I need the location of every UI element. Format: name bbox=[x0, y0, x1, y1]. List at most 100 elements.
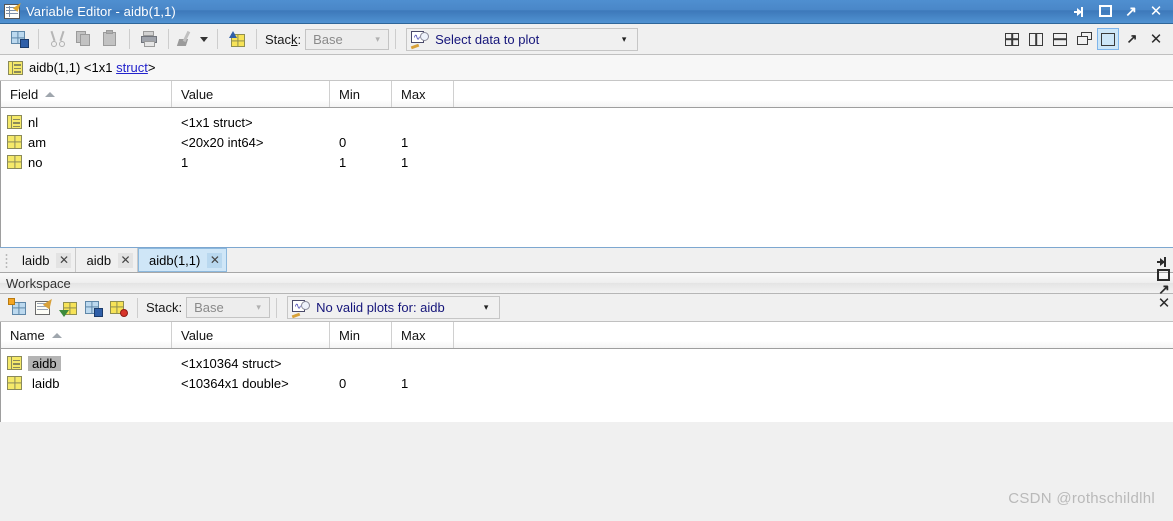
save-variable-button[interactable] bbox=[7, 27, 31, 51]
path-suffix: > bbox=[147, 60, 156, 75]
import-data-button[interactable] bbox=[57, 296, 80, 319]
tab-aidb[interactable]: aidb ✕ bbox=[76, 248, 139, 272]
row-name: am bbox=[28, 134, 47, 150]
open-variable-button[interactable] bbox=[32, 296, 56, 319]
tab-aidb-1-1[interactable]: aidb(1,1) ✕ bbox=[138, 248, 228, 272]
tabstrip-filler bbox=[227, 248, 1173, 272]
row-value-cell: 1 bbox=[181, 154, 189, 170]
format-brush-button[interactable] bbox=[176, 27, 196, 51]
tab-close-icon[interactable]: ✕ bbox=[56, 252, 72, 268]
row-name-cell: am bbox=[1, 135, 172, 150]
tile-grid-button[interactable] bbox=[1001, 28, 1023, 50]
sort-ascending-icon bbox=[51, 332, 62, 338]
column-header-max[interactable]: Max bbox=[392, 322, 454, 348]
fields-table: Field Value Min Max nl <1x1 struct> am <… bbox=[0, 81, 1173, 247]
close-button[interactable]: ✕ bbox=[1149, 3, 1163, 19]
maximize-button[interactable] bbox=[1099, 4, 1113, 19]
watermark: CSDN @rothschildlhl bbox=[1008, 490, 1155, 507]
minimize-button[interactable] bbox=[1074, 5, 1088, 19]
copy-button[interactable] bbox=[72, 27, 96, 51]
tab-laidb[interactable]: laidb ✕ bbox=[12, 248, 77, 272]
column-header-value[interactable]: Value bbox=[172, 322, 330, 348]
tab-label: aidb bbox=[86, 252, 112, 268]
table-row[interactable]: aidb <1x10364 struct> bbox=[1, 353, 1173, 373]
row-min-cell: 0 bbox=[339, 134, 347, 150]
column-header-filler bbox=[454, 81, 1173, 107]
row-value-cell: <1x1 struct> bbox=[181, 114, 253, 130]
tab-drag-handle[interactable] bbox=[0, 248, 12, 272]
new-variable-button[interactable] bbox=[7, 296, 30, 319]
column-label: Max bbox=[401, 327, 426, 343]
workspace-table-header: Name Value Min Max bbox=[1, 322, 1173, 349]
column-header-max[interactable]: Max bbox=[392, 81, 454, 107]
column-label: Value bbox=[181, 327, 214, 343]
column-header-min[interactable]: Min bbox=[330, 322, 392, 348]
toolbar-separator bbox=[168, 29, 169, 49]
stack-select[interactable]: Base ▾ bbox=[186, 297, 271, 318]
column-header-field[interactable]: Field bbox=[1, 81, 172, 107]
column-label: Max bbox=[401, 86, 426, 102]
stack-select[interactable]: Base ▾ bbox=[305, 28, 390, 50]
cascade-button[interactable] bbox=[1073, 28, 1095, 50]
column-header-name[interactable]: Name bbox=[1, 322, 172, 348]
cut-button[interactable] bbox=[46, 27, 70, 51]
chevron-down-icon bbox=[200, 36, 208, 42]
print-button[interactable] bbox=[137, 27, 161, 51]
toolbar-separator bbox=[256, 29, 257, 49]
struct-link[interactable]: struct bbox=[116, 60, 148, 75]
workspace-toolbar: Stack: Base ▾ ∿ No valid plots for: aidb… bbox=[0, 294, 1173, 322]
tab-close-icon[interactable]: ✕ bbox=[207, 252, 223, 268]
matrix-icon bbox=[7, 376, 22, 390]
sort-ascending-icon bbox=[45, 91, 56, 97]
stack-value: Base bbox=[194, 300, 224, 315]
plot-selector[interactable]: ∿ Select data to plot ▾ bbox=[406, 27, 639, 51]
close-panel-button[interactable]: ✕ bbox=[1145, 28, 1167, 50]
chevron-down-icon: ▾ bbox=[375, 33, 380, 44]
column-header-min[interactable]: Min bbox=[330, 81, 392, 107]
insert-button[interactable] bbox=[225, 27, 249, 51]
plot-selector-label: No valid plots for: aidb bbox=[316, 300, 445, 315]
matrix-icon bbox=[7, 135, 22, 149]
paste-button[interactable] bbox=[98, 27, 122, 51]
toolbar-separator bbox=[395, 29, 397, 49]
row-name-cell: aidb bbox=[1, 355, 172, 371]
row-max-cell: 1 bbox=[401, 375, 409, 391]
struct-icon bbox=[7, 356, 22, 370]
table-row[interactable]: nl <1x1 struct> bbox=[1, 112, 1173, 132]
row-min-cell: 0 bbox=[339, 375, 347, 391]
column-label: Min bbox=[339, 327, 360, 343]
variable-editor-toolbar: Stack: Base ▾ ∿ Select data to plot ▾ ↗ … bbox=[0, 24, 1173, 55]
toolbar-separator bbox=[217, 29, 218, 49]
undock-button[interactable]: ↗ bbox=[1124, 4, 1138, 19]
plot-selector[interactable]: ∿ No valid plots for: aidb ▾ bbox=[287, 296, 501, 319]
row-name: no bbox=[28, 154, 43, 170]
plot-icon: ∿ bbox=[291, 299, 311, 318]
undock-panel-button[interactable]: ↗ bbox=[1121, 28, 1143, 50]
tile-horizontal-button[interactable] bbox=[1049, 28, 1071, 50]
column-header-value[interactable]: Value bbox=[172, 81, 330, 107]
single-pane-button[interactable] bbox=[1097, 28, 1119, 50]
row-value-cell: <20x20 int64> bbox=[181, 134, 264, 150]
toolbar-separator bbox=[38, 29, 39, 49]
tab-close-icon[interactable]: ✕ bbox=[118, 252, 134, 268]
format-brush-dropdown[interactable] bbox=[198, 27, 210, 51]
tile-vertical-button[interactable] bbox=[1025, 28, 1047, 50]
minimize-button[interactable] bbox=[1157, 255, 1171, 269]
workspace-title: Workspace bbox=[6, 275, 71, 291]
path-prefix: aidb(1,1) <1x1 bbox=[29, 60, 117, 75]
close-button[interactable]: ✕ bbox=[1157, 296, 1171, 311]
variable-editor-titlebar: Variable Editor - aidb(1,1) ↗ ✕ bbox=[0, 0, 1173, 24]
save-workspace-button[interactable] bbox=[82, 296, 105, 319]
table-row[interactable]: am <20x20 int64> 0 1 bbox=[1, 132, 1173, 152]
row-name-cell: nl bbox=[1, 115, 172, 130]
table-row[interactable]: no 1 1 1 bbox=[1, 152, 1173, 172]
tab-label: aidb(1,1) bbox=[149, 252, 201, 268]
delete-variable-button[interactable] bbox=[107, 296, 130, 319]
plot-selector-label: Select data to plot bbox=[435, 31, 540, 47]
table-row[interactable]: laidb <10364x1 double> 0 1 bbox=[1, 373, 1173, 393]
row-name: aidb bbox=[28, 355, 61, 371]
row-max-cell: 1 bbox=[401, 154, 409, 170]
column-label: Field bbox=[10, 86, 39, 102]
chevron-down-icon: ▾ bbox=[256, 302, 261, 312]
variable-path-bar: aidb(1,1) <1x1 struct> bbox=[0, 55, 1173, 81]
